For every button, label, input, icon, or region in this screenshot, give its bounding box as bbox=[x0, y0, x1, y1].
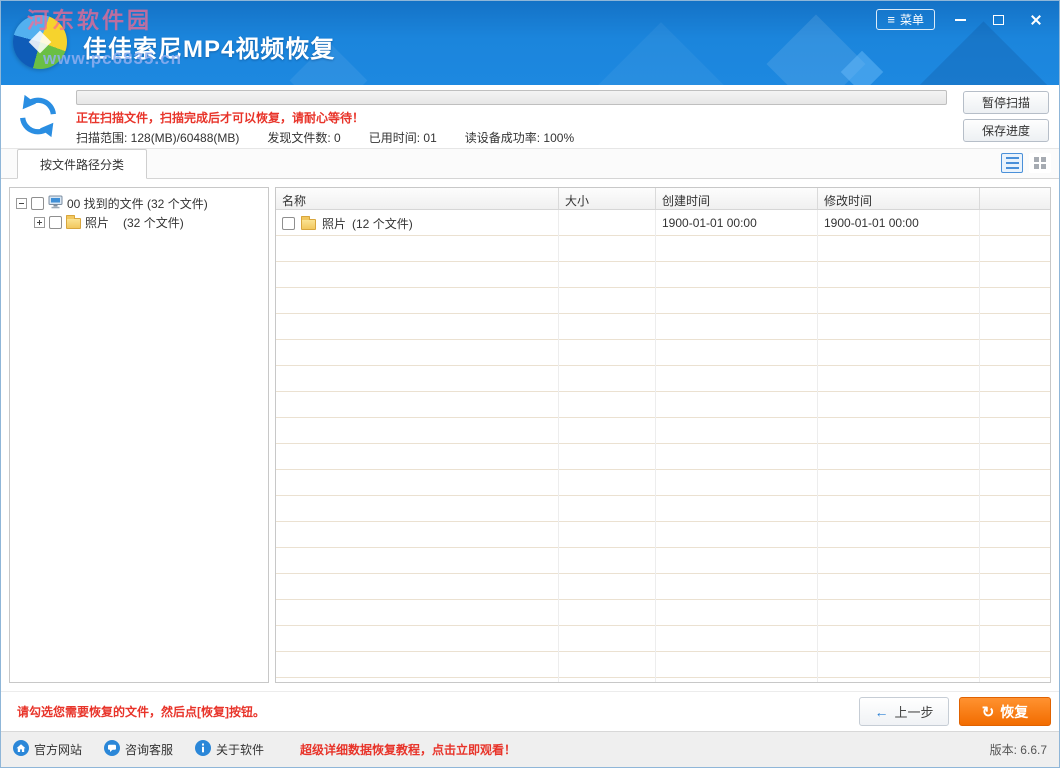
tree-root-label: 00 找到的文件 (32 个文件) bbox=[67, 195, 208, 212]
customer-support-link[interactable]: 咨询客服 bbox=[104, 740, 173, 759]
tree-child-label: 照片 bbox=[85, 214, 109, 231]
menu-button[interactable]: ≡ 菜单 bbox=[876, 9, 935, 30]
file-table-panel: 名称 大小 创建时间 修改时间 照片 (12 个文件) bbox=[275, 187, 1051, 683]
watermark-url: www.pc6835.cn bbox=[43, 49, 182, 69]
elapsed-time: 已用时间: 01 bbox=[369, 129, 437, 146]
files-found: 发现文件数: 0 bbox=[267, 129, 340, 146]
read-success-rate: 读设备成功率: 100% bbox=[465, 129, 574, 146]
titlebar-controls: ≡ 菜单 bbox=[876, 9, 1049, 30]
maximize-icon bbox=[993, 15, 1004, 25]
scan-range: 扫描范围: 128(MB)/60488(MB) bbox=[76, 129, 239, 146]
action-bar: 请勾选您需要恢复的文件，然后点[恢复]按钮。 ← 上一步 ↻ 恢复 bbox=[1, 691, 1059, 731]
cell-name: 照片 (12 个文件) bbox=[276, 215, 559, 232]
scan-panel: 正在扫描文件，扫描完成后才可以恢复，请耐心等待！ 扫描范围: 128(MB)/6… bbox=[1, 85, 1059, 149]
tree-child-row[interactable]: 照片 (32 个文件) bbox=[34, 213, 262, 231]
pause-scan-button[interactable]: 暂停扫描 bbox=[963, 91, 1049, 114]
close-icon bbox=[1030, 14, 1042, 26]
official-website-link[interactable]: 官方网站 bbox=[13, 740, 82, 759]
official-website-label: 官方网站 bbox=[34, 741, 82, 758]
tab-strip: 按文件路径分类 bbox=[1, 149, 1059, 179]
title-bar: 佳佳索尼MP4视频恢复 河东软件园 www.pc6835.cn ≡ 菜单 bbox=[1, 1, 1059, 85]
computer-icon bbox=[48, 195, 63, 212]
home-icon bbox=[13, 740, 29, 759]
column-header-empty bbox=[980, 188, 1050, 209]
titlebar-decoration bbox=[576, 22, 746, 85]
watermark-text: 河东软件园 bbox=[27, 3, 152, 35]
scan-progress-bar bbox=[76, 90, 947, 105]
cell-created: 1900-01-01 00:00 bbox=[656, 216, 818, 230]
column-divider bbox=[817, 210, 818, 682]
about-software-link[interactable]: 关于软件 bbox=[195, 740, 264, 759]
expand-icon[interactable] bbox=[34, 217, 45, 228]
close-button[interactable] bbox=[1023, 11, 1049, 29]
scan-warning-text: 正在扫描文件，扫描完成后才可以恢复，请耐心等待！ bbox=[76, 109, 947, 126]
minimize-icon bbox=[955, 19, 966, 21]
back-button-label: 上一步 bbox=[894, 702, 933, 721]
scanning-recycle-icon bbox=[15, 93, 61, 142]
row-name-label: 照片 bbox=[322, 215, 346, 232]
recover-button-label: 恢复 bbox=[1000, 702, 1028, 722]
save-progress-button[interactable]: 保存进度 bbox=[963, 119, 1049, 142]
tab-by-file-path[interactable]: 按文件路径分类 bbox=[17, 149, 147, 179]
column-header-size[interactable]: 大小 bbox=[559, 188, 656, 209]
scan-stats: 扫描范围: 128(MB)/60488(MB) 发现文件数: 0 已用时间: 0… bbox=[76, 129, 947, 146]
recover-button[interactable]: ↻ 恢复 bbox=[959, 697, 1051, 726]
column-divider bbox=[655, 210, 656, 682]
collapse-icon[interactable] bbox=[16, 198, 27, 209]
menu-button-label: 菜单 bbox=[900, 11, 924, 28]
cell-modified: 1900-01-01 00:00 bbox=[818, 216, 980, 230]
grid-view-icon bbox=[1034, 157, 1046, 169]
row-count-label: (12 个文件) bbox=[352, 215, 413, 232]
tree-root-row[interactable]: 00 找到的文件 (32 个文件) bbox=[16, 194, 262, 212]
minimize-button[interactable] bbox=[947, 11, 973, 29]
main-content: 00 找到的文件 (32 个文件) 照片 (32 个文件) 名称 大小 创建时间… bbox=[1, 179, 1059, 691]
list-view-icon bbox=[1006, 157, 1019, 169]
column-divider bbox=[979, 210, 980, 682]
chat-icon bbox=[104, 740, 120, 759]
list-view-button[interactable] bbox=[1001, 153, 1023, 173]
folder-icon bbox=[301, 219, 316, 230]
view-toggles bbox=[1001, 153, 1051, 173]
status-bar: 官方网站 咨询客服 关于软件 超级详细数据恢复教程，点击立 bbox=[1, 731, 1059, 767]
tree-root-checkbox[interactable] bbox=[31, 197, 44, 210]
back-button[interactable]: ← 上一步 bbox=[859, 697, 949, 726]
column-header-modified[interactable]: 修改时间 bbox=[818, 188, 980, 209]
table-header: 名称 大小 创建时间 修改时间 bbox=[276, 188, 1050, 210]
back-arrow-icon: ← bbox=[874, 704, 888, 720]
recover-hint-text: 请勾选您需要恢复的文件，然后点[恢复]按钮。 bbox=[17, 703, 265, 720]
scan-buttons: 暂停扫描 保存进度 bbox=[963, 91, 1049, 142]
info-icon bbox=[195, 740, 211, 759]
maximize-button[interactable] bbox=[985, 11, 1011, 29]
customer-support-label: 咨询客服 bbox=[125, 741, 173, 758]
tutorial-link[interactable]: 超级详细数据恢复教程，点击立即观看！ bbox=[300, 741, 516, 758]
folder-icon bbox=[66, 218, 81, 229]
column-divider bbox=[558, 210, 559, 682]
tree-child-checkbox[interactable] bbox=[49, 216, 62, 229]
app-window: 佳佳索尼MP4视频恢复 河东软件园 www.pc6835.cn ≡ 菜单 bbox=[0, 0, 1060, 768]
table-row[interactable]: 照片 (12 个文件) 1900-01-01 00:00 1900-01-01 … bbox=[276, 210, 1050, 236]
titlebar-decoration bbox=[916, 21, 1050, 85]
column-header-created[interactable]: 创建时间 bbox=[656, 188, 818, 209]
table-body: 照片 (12 个文件) 1900-01-01 00:00 1900-01-01 … bbox=[276, 210, 1050, 682]
tree-child-count: (32 个文件) bbox=[123, 214, 184, 231]
grid-view-button[interactable] bbox=[1029, 153, 1051, 173]
recover-refresh-icon: ↻ bbox=[982, 703, 995, 721]
menu-icon: ≡ bbox=[887, 13, 895, 26]
about-software-label: 关于软件 bbox=[216, 741, 264, 758]
scan-status-area: 正在扫描文件，扫描完成后才可以恢复，请耐心等待！ 扫描范围: 128(MB)/6… bbox=[76, 90, 947, 146]
folder-tree-panel: 00 找到的文件 (32 个文件) 照片 (32 个文件) bbox=[9, 187, 269, 683]
column-header-name[interactable]: 名称 bbox=[276, 188, 559, 209]
version-label: 版本: 6.6.7 bbox=[990, 741, 1047, 758]
row-checkbox[interactable] bbox=[282, 217, 295, 230]
